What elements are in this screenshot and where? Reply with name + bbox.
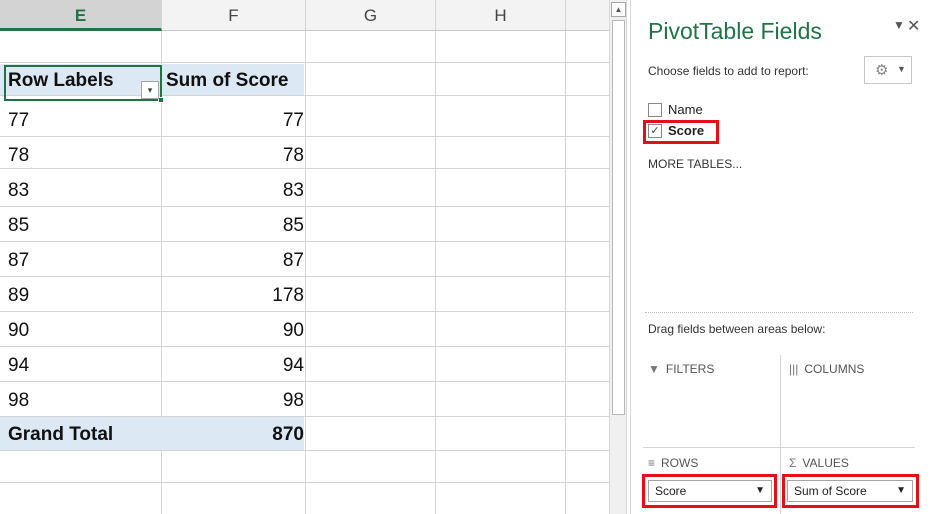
row-label-cell[interactable]: 85 (8, 209, 160, 240)
grid-row-empty[interactable] (0, 483, 610, 514)
sum-value-cell[interactable]: 94 (162, 349, 304, 380)
row-label-cell[interactable]: 83 (8, 174, 160, 205)
row-label-cell[interactable]: 98 (8, 384, 160, 415)
values-area-label: Σ VALUES (789, 456, 849, 470)
columns-icon: ||| (789, 362, 799, 376)
more-tables-link[interactable]: MORE TABLES... (648, 157, 742, 171)
sum-value-cell[interactable]: 85 (162, 209, 304, 240)
grid-row-empty[interactable] (0, 31, 610, 63)
rows-icon: ≡ (648, 456, 656, 470)
sum-value-cell[interactable]: 90 (162, 314, 304, 345)
scroll-up-arrow-icon[interactable]: ▲ (611, 2, 626, 17)
sum-value-cell[interactable]: 77 (162, 104, 304, 135)
table-row[interactable]: 98 98 (0, 382, 610, 417)
sum-value-cell[interactable]: 78 (162, 139, 304, 170)
vertical-scrollbar[interactable]: ▲ (609, 0, 627, 514)
sum-value-cell[interactable]: 87 (162, 244, 304, 275)
table-row[interactable]: 90 90 (0, 312, 610, 347)
column-header-next[interactable] (566, 0, 610, 30)
active-cell-selection (4, 65, 164, 103)
filters-area-label: ▼ FILTERS (648, 362, 715, 376)
drag-fields-label: Drag fields between areas below: (648, 322, 826, 336)
rows-area-label: ≡ ROWS (648, 456, 699, 470)
area-divider (643, 447, 915, 448)
row-label-cell[interactable]: 89 (8, 279, 160, 310)
gear-icon: ⚙ (875, 62, 889, 79)
table-row[interactable]: 77 77 (0, 102, 610, 137)
row-label-cell[interactable]: 87 (8, 244, 160, 275)
sigma-icon: Σ (789, 456, 797, 470)
table-row[interactable]: 89 178 (0, 277, 610, 312)
table-row[interactable]: 78 78 (0, 137, 610, 169)
values-field-highlight (782, 474, 919, 508)
funnel-icon: ▼ (648, 362, 660, 376)
column-headers: E F G H (0, 0, 610, 31)
table-row[interactable]: 94 94 (0, 347, 610, 382)
sum-value-cell[interactable]: 98 (162, 384, 304, 415)
row-label-cell[interactable]: 78 (8, 139, 160, 170)
field-label: Name (668, 102, 703, 117)
column-header-h[interactable]: H (436, 0, 566, 30)
area-divider (780, 355, 781, 514)
row-label-cell[interactable]: 90 (8, 314, 160, 345)
table-row[interactable]: 85 85 (0, 207, 610, 242)
spreadsheet-grid[interactable]: E F G H Row Labels Sum of Score 77 77 78… (0, 0, 610, 514)
columns-area-label: ||| COLUMNS (789, 362, 865, 376)
tools-button[interactable]: ⚙ ▼ (864, 56, 912, 84)
grand-total-value[interactable]: 870 (162, 418, 304, 449)
row-label-cell[interactable]: 94 (8, 349, 160, 380)
column-header-g[interactable]: G (306, 0, 436, 30)
pane-options-chevron-icon[interactable]: ▼ (893, 18, 905, 32)
sum-value-cell[interactable]: 178 (162, 279, 304, 310)
grid-row-empty[interactable] (0, 451, 610, 483)
scroll-thumb[interactable] (612, 20, 625, 415)
sum-of-score-header[interactable]: Sum of Score (166, 64, 308, 95)
dropdown-filter-icon[interactable]: ▾ (141, 81, 159, 99)
table-row[interactable]: 87 87 (0, 242, 610, 277)
column-header-f[interactable]: F (162, 0, 306, 30)
field-checkbox-name[interactable] (648, 103, 662, 117)
score-field-highlight (643, 120, 719, 144)
grand-total-label[interactable]: Grand Total (8, 418, 160, 449)
chevron-down-icon: ▼ (897, 64, 906, 74)
table-row[interactable]: 83 83 (0, 172, 610, 207)
row-label-cell[interactable]: 77 (8, 104, 160, 135)
sum-value-cell[interactable]: 83 (162, 174, 304, 205)
choose-fields-label: Choose fields to add to report: (648, 64, 809, 78)
column-header-e[interactable]: E (0, 0, 162, 31)
pane-title: PivotTable Fields (648, 18, 822, 44)
divider (645, 312, 913, 313)
rows-field-highlight (642, 474, 777, 508)
grand-total-row[interactable]: Grand Total 870 (0, 417, 610, 451)
close-icon[interactable]: ✕ (907, 16, 920, 36)
pivottable-fields-pane: PivotTable Fields ▼ ✕ Choose fields to a… (630, 0, 932, 514)
